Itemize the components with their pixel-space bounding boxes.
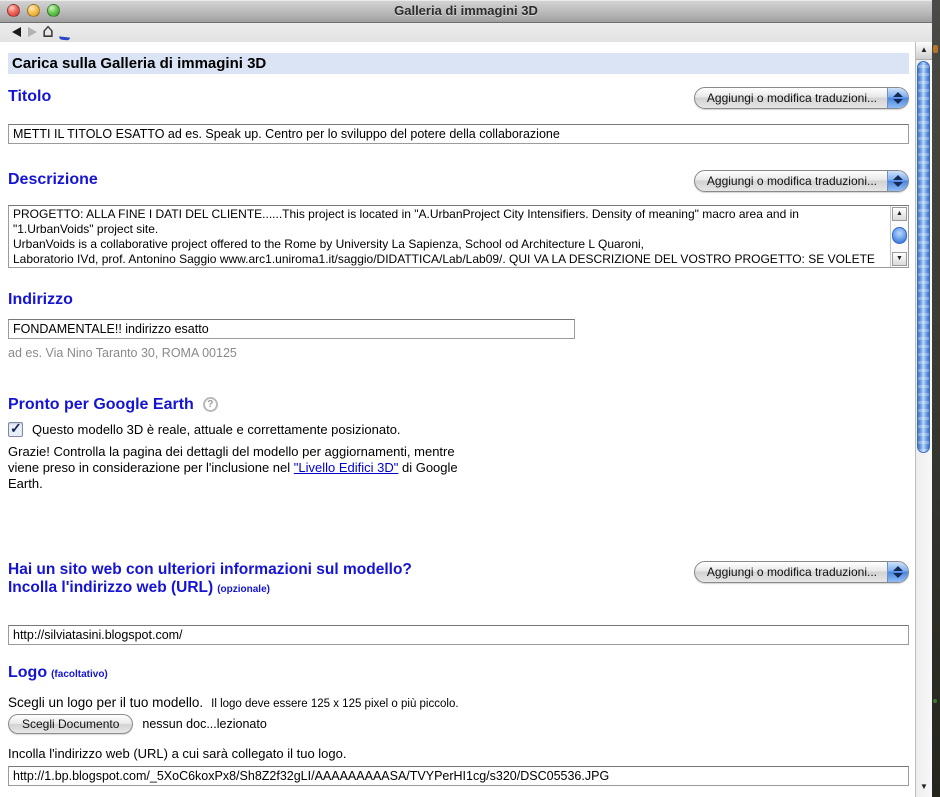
titolo-translations-dropdown[interactable]: Aggiungi o modifica traduzioni... <box>694 87 909 109</box>
loading-indicator <box>59 36 70 40</box>
textarea-scrollbar[interactable]: ▲ ▼ <box>890 206 908 267</box>
indirizzo-heading: Indirizzo <box>8 290 909 309</box>
back-icon[interactable] <box>12 27 21 37</box>
optional-tag: (opzionale) <box>217 584 270 595</box>
optional-tag: (facoltativo) <box>51 669 108 680</box>
logo-heading: Logo <box>8 663 47 682</box>
browser-window: Galleria di immagini 3D ⌂ Carica sulla G… <box>0 0 932 797</box>
desktop-icon-fragment <box>933 699 937 703</box>
dropdown-selected-label: Aggiungi o modifica traduzioni... <box>695 562 887 582</box>
google-earth-heading: Pronto per Google Earth <box>8 395 194 414</box>
logo-size-note: Il logo deve essere 125 x 125 pixel o pi… <box>211 698 458 710</box>
vertical-scrollbar[interactable]: ▲ ▼ <box>915 42 932 797</box>
scroll-up-arrow-icon[interactable]: ▲ <box>892 207 907 221</box>
google-earth-note: Grazie! Controlla la pagina dei dettagli… <box>8 444 482 492</box>
logo-url-input[interactable] <box>8 766 909 786</box>
descrizione-heading: Descrizione <box>8 170 98 189</box>
upload-form: Carica sulla Galleria di immagini 3D Tit… <box>0 42 915 797</box>
titolo-heading: Titolo <box>8 87 51 106</box>
titolo-input[interactable] <box>8 124 909 144</box>
textarea-scrollbar-thumb[interactable] <box>892 227 907 244</box>
chevron-up-down-icon <box>887 562 908 582</box>
website-translations-dropdown[interactable]: Aggiungi o modifica traduzioni... <box>694 561 909 583</box>
website-heading: Hai un sito web con ulteriori informazio… <box>8 561 412 599</box>
scroll-down-arrow-icon[interactable]: ▼ <box>892 252 907 266</box>
scrollbar-thumb[interactable] <box>917 61 930 453</box>
scroll-up-arrow-icon[interactable]: ▲ <box>916 42 932 60</box>
dropdown-selected-label: Aggiungi o modifica traduzioni... <box>695 88 887 108</box>
choose-file-button[interactable]: Scegli Documento <box>8 714 133 734</box>
logo-choose-text: Scegli un logo per il tuo modello. <box>8 695 203 710</box>
livello-edifici-link[interactable]: "Livello Edifici 3D" <box>294 460 399 475</box>
desktop-icon-fragment <box>933 45 938 53</box>
logo-url-label: Incolla l'indirizzo web (URL) a cui sarà… <box>8 746 909 761</box>
window-titlebar[interactable]: Galleria di immagini 3D <box>0 0 932 23</box>
indirizzo-hint: ad es. Via Nino Taranto 30, ROMA 00125 <box>8 346 909 360</box>
descrizione-textarea-frame: PROGETTO: ALLA FINE I DATI DEL CLIENTE..… <box>8 205 909 268</box>
home-icon[interactable]: ⌂ <box>42 20 54 42</box>
indirizzo-input[interactable] <box>8 319 575 339</box>
chevron-up-down-icon <box>887 88 908 108</box>
descrizione-textarea[interactable]: PROGETTO: ALLA FINE I DATI DEL CLIENTE..… <box>9 206 890 267</box>
google-earth-checkbox[interactable]: ✓ <box>8 422 23 437</box>
page-title: Carica sulla Galleria di immagini 3D <box>8 53 909 74</box>
checkmark-icon: ✓ <box>10 420 22 437</box>
descrizione-translations-dropdown[interactable]: Aggiungi o modifica traduzioni... <box>694 170 909 192</box>
no-file-selected-text: nessun doc...lezionato <box>142 717 266 731</box>
website-heading-line2: Incolla l'indirizzo web (URL)(opzionale) <box>8 579 412 599</box>
browser-toolbar: ⌂ <box>0 23 932 43</box>
website-url-input[interactable] <box>8 625 909 645</box>
help-icon[interactable]: ? <box>203 397 218 412</box>
dropdown-selected-label: Aggiungi o modifica traduzioni... <box>695 171 887 191</box>
forward-icon[interactable] <box>28 27 37 37</box>
logo-choose-line: Scegli un logo per il tuo modello. Il log… <box>8 695 909 710</box>
website-heading-line1: Hai un sito web con ulteriori informazio… <box>8 561 412 579</box>
scroll-down-arrow-icon[interactable]: ▼ <box>916 780 932 795</box>
chevron-up-down-icon <box>887 171 908 191</box>
window-title: Galleria di immagini 3D <box>0 0 932 22</box>
google-earth-checkbox-label: Questo modello 3D è reale, attuale e cor… <box>32 422 401 437</box>
